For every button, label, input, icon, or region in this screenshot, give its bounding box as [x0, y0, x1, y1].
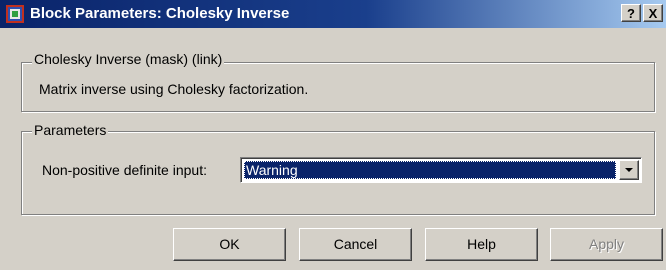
apply-button[interactable]: Apply — [550, 228, 663, 261]
select-value[interactable]: Warning — [244, 161, 616, 179]
simulink-block-icon — [6, 5, 24, 23]
non-positive-definite-input-label: Non-positive definite input: — [42, 162, 207, 178]
help-button[interactable]: Help — [425, 228, 538, 261]
description-legend: Cholesky Inverse (mask) (link) — [32, 51, 225, 67]
parameters-legend: Parameters — [32, 122, 109, 138]
description-text: Matrix inverse using Cholesky factorizat… — [39, 81, 309, 97]
cancel-button[interactable]: Cancel — [299, 228, 412, 261]
close-button[interactable]: X — [643, 4, 663, 22]
title-bar[interactable]: Block Parameters: Cholesky Inverse ? X — [0, 0, 666, 28]
ok-button[interactable]: OK — [173, 228, 286, 261]
window-title: Block Parameters: Cholesky Inverse — [30, 5, 290, 22]
non-positive-definite-input-select[interactable]: Warning — [240, 157, 642, 183]
help-title-button[interactable]: ? — [621, 4, 641, 22]
dropdown-arrow-icon[interactable] — [619, 160, 639, 180]
